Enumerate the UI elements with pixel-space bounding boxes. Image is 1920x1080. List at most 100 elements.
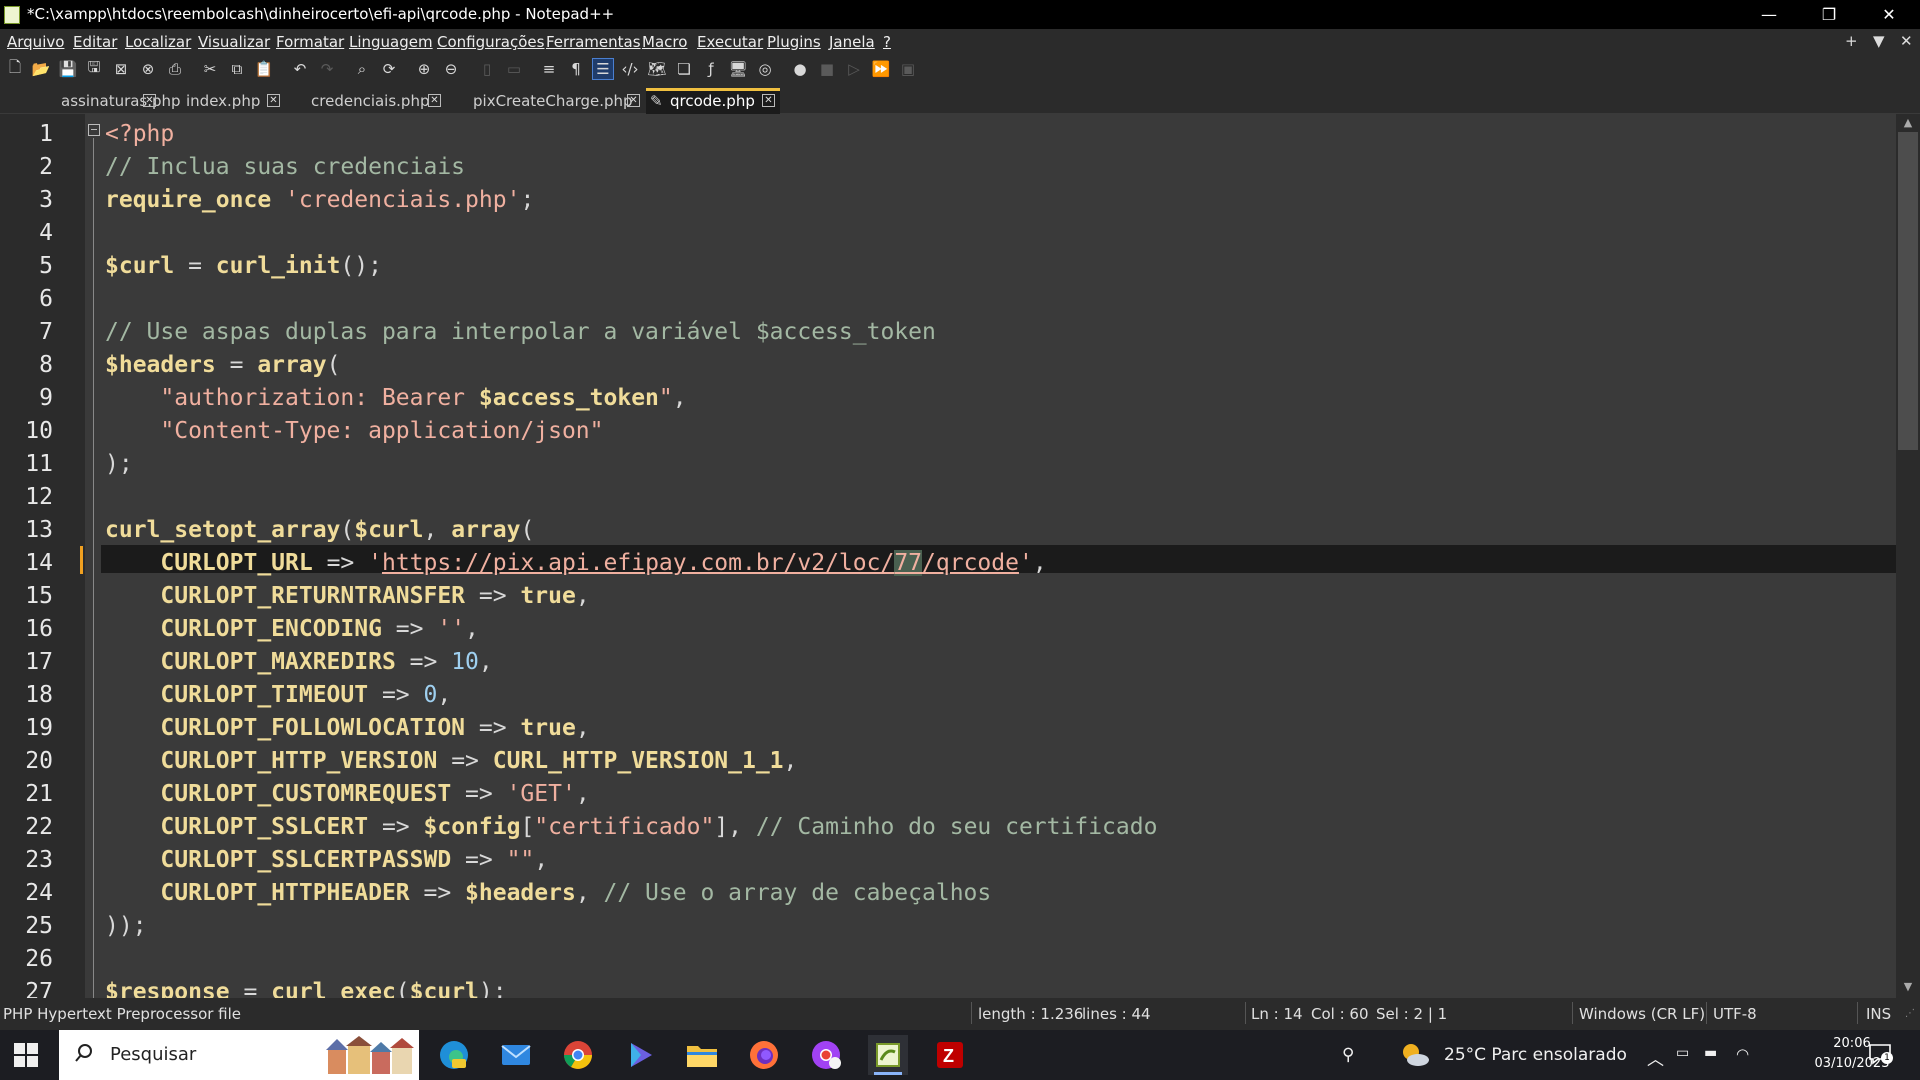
code-line[interactable]: curl_setopt_array($curl, array( (105, 517, 534, 543)
edge-icon[interactable] (434, 1035, 474, 1075)
scroll-down-arrow-icon[interactable]: ▼ (1896, 980, 1920, 996)
code-line[interactable]: CURLOPT_HTTPHEADER => $headers, // Use o… (105, 880, 991, 906)
status-encoding[interactable]: UTF-8 (1713, 1005, 1757, 1023)
code-editor[interactable]: 1 2 3 4 5 6 7 8 9 10 11 12 13 14 15 16 17 18 19 20 21 22 23 24 2… (0, 114, 1920, 998)
folder-workspace-icon[interactable]: 🖥 (727, 58, 749, 80)
close-button[interactable]: ✕ (1861, 0, 1917, 29)
copy-icon[interactable]: ⧉ (226, 58, 248, 80)
code-line[interactable]: // Inclua suas credenciais (105, 154, 465, 180)
new-tab-plus-icon[interactable]: + (1845, 32, 1858, 50)
notification-center-icon[interactable]: 1 (1868, 1043, 1893, 1065)
code-line[interactable]: CURLOPT_RETURNTRANSFER => true, (105, 583, 589, 609)
code-line[interactable]: CURLOPT_CUSTOMREQUEST => 'GET', (105, 781, 589, 807)
mail-icon[interactable] (496, 1035, 536, 1075)
status-eol[interactable]: Windows (CR LF) (1579, 1005, 1705, 1023)
scroll-up-arrow-icon[interactable]: ▲ (1896, 116, 1920, 132)
menu-visualizar[interactable]: Visualizar (198, 33, 270, 51)
meet-now-icon[interactable]: ▭ (1676, 1045, 1689, 1061)
restore-button[interactable]: ❐ (1801, 0, 1857, 29)
battery-icon[interactable]: ▬ (1704, 1045, 1717, 1061)
close-all-icon[interactable]: ⊗ (137, 58, 159, 80)
code-line[interactable]: // Use aspas duplas para interpolar a va… (105, 319, 936, 345)
code-line[interactable]: $curl = curl_init(); (105, 253, 382, 279)
document-list-icon[interactable]: ❏ (673, 58, 695, 80)
code-line[interactable]: CURLOPT_SSLCERT => $config["certificado"… (105, 814, 1157, 840)
save-icon[interactable]: 💾 (57, 58, 79, 80)
menu-configuracoes[interactable]: Configurações (437, 33, 544, 51)
code-line[interactable]: CURLOPT_HTTP_VERSION => CURL_HTTP_VERSIO… (105, 748, 797, 774)
tab-close-icon[interactable]: ✕ (267, 94, 280, 107)
redo-icon[interactable]: ↷ (316, 58, 338, 80)
status-insert-mode[interactable]: INS (1866, 1005, 1891, 1023)
firefox-icon[interactable] (744, 1035, 784, 1075)
filezilla-icon[interactable]: Z (930, 1035, 970, 1075)
monitoring-icon[interactable]: ◎ (754, 58, 776, 80)
menu-localizar[interactable]: Localizar (125, 33, 191, 51)
menu-linguagem[interactable]: Linguagem (349, 33, 433, 51)
menu-help[interactable]: ? (883, 33, 891, 51)
save-macro-icon[interactable]: ▣ (897, 58, 919, 80)
chrome-icon[interactable] (558, 1035, 598, 1075)
code-line[interactable]: CURLOPT_MAXREDIRS => 10, (105, 649, 492, 675)
tab-close-icon[interactable]: ✕ (762, 94, 775, 107)
code-line[interactable]: )); (105, 913, 147, 939)
wifi-icon[interactable]: ◠ (1736, 1045, 1749, 1063)
chevron-up-icon[interactable]: ︿ (1647, 1045, 1664, 1070)
record-macro-icon[interactable]: ● (789, 58, 811, 80)
save-all-icon[interactable]: 🖫 (83, 58, 105, 80)
code-line[interactable]: "authorization: Bearer $access_token", (105, 385, 686, 411)
zoom-in-icon[interactable]: ⊕ (413, 58, 435, 80)
document-map-icon[interactable]: 🗺 (646, 58, 668, 80)
media-player-icon[interactable] (620, 1035, 660, 1075)
code-line[interactable]: <?php (105, 121, 174, 147)
code-line[interactable]: CURLOPT_ENCODING => '', (105, 616, 479, 642)
code-line[interactable]: require_once 'credenciais.php'; (105, 187, 534, 213)
tab-assinaturas[interactable]: assinaturas.php ✕ (40, 88, 181, 114)
indent-guide-icon[interactable]: ☰ (592, 58, 614, 80)
menu-ferramentas[interactable]: Ferramentas (546, 33, 641, 51)
menu-plugins[interactable]: Plugins (767, 33, 821, 51)
fold-collapse-icon[interactable] (88, 124, 100, 136)
code-line[interactable]: "Content-Type: application/json" (105, 418, 603, 444)
vertical-scrollbar[interactable]: ▲ ▼ (1896, 114, 1920, 998)
cut-icon[interactable]: ✂ (199, 58, 221, 80)
tab-close-icon[interactable]: ✕ (143, 94, 156, 107)
minimize-button[interactable]: — (1741, 0, 1797, 29)
run-macro-multiple-icon[interactable]: ⏩ (870, 58, 892, 80)
menu-macro[interactable]: Macro (642, 33, 687, 51)
sync-vertical-icon[interactable]: ▯ (476, 58, 498, 80)
chrome-profile-icon[interactable] (806, 1035, 846, 1075)
weather-text[interactable]: 25°C Parc ensolarado (1444, 1045, 1627, 1065)
file-explorer-icon[interactable] (682, 1035, 722, 1075)
weather-sun-cloud-icon[interactable] (1400, 1042, 1430, 1068)
show-all-chars-icon[interactable]: ¶ (565, 58, 587, 80)
stop-macro-icon[interactable]: ■ (816, 58, 838, 80)
function-list-icon[interactable]: ƒ (700, 58, 722, 80)
sync-horizontal-icon[interactable]: ▭ (503, 58, 525, 80)
close-file-icon[interactable]: ⊠ (110, 58, 132, 80)
tab-credenciais[interactable]: credenciais.php ✕ (296, 88, 446, 114)
menu-arquivo[interactable]: Arquivo (7, 33, 64, 51)
print-icon[interactable]: ⎙ (164, 58, 186, 80)
play-macro-icon[interactable]: ▷ (843, 58, 865, 80)
tab-pixcreatecharge[interactable]: pixCreateCharge.php ✕ (458, 88, 644, 114)
windows-start-icon[interactable] (14, 1043, 38, 1067)
tab-list-dropdown-icon[interactable]: ▼ (1873, 32, 1885, 50)
new-file-icon[interactable]: 🗋 (4, 58, 26, 80)
scrollbar-thumb[interactable] (1898, 132, 1918, 450)
replace-icon[interactable]: ⟳ (378, 58, 400, 80)
menu-editar[interactable]: Editar (73, 33, 117, 51)
close-document-icon[interactable]: ✕ (1900, 32, 1913, 50)
code-line[interactable]: $headers = array( (105, 352, 340, 378)
xml-tags-icon[interactable]: ‹/› (619, 58, 641, 80)
tab-index[interactable]: index.php ✕ (168, 88, 286, 114)
code-line[interactable]: $response = curl_exec($curl); (105, 979, 507, 998)
zoom-out-icon[interactable]: ⊖ (440, 58, 462, 80)
menu-formatar[interactable]: Formatar (276, 33, 344, 51)
tab-close-icon[interactable]: ✕ (627, 94, 640, 107)
resize-grip-icon[interactable]: ⋰ (1905, 1008, 1915, 1019)
paste-icon[interactable]: 📋 (253, 58, 275, 80)
code-line[interactable]: CURLOPT_TIMEOUT => 0, (105, 682, 451, 708)
menu-janela[interactable]: Janela (829, 33, 875, 51)
undo-icon[interactable]: ↶ (289, 58, 311, 80)
